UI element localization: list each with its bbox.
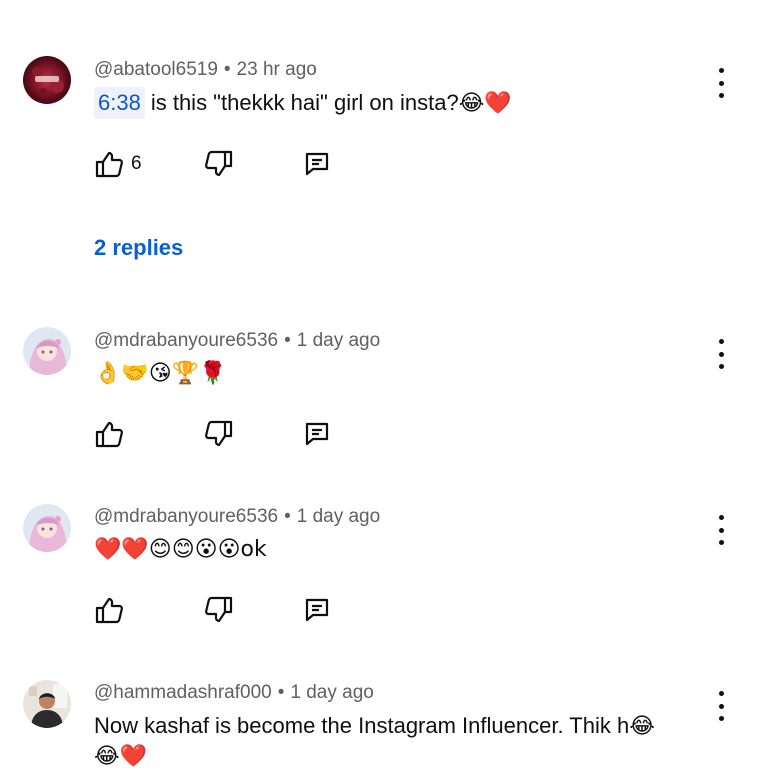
- more-vert-icon[interactable]: [712, 691, 730, 721]
- avatar[interactable]: [23, 504, 71, 552]
- reply-button[interactable]: [304, 595, 330, 625]
- avatar[interactable]: [23, 680, 71, 728]
- comment-body: Now kashaf is become the Instagram Influ…: [94, 713, 655, 738]
- timestamp-link[interactable]: 6:38: [94, 87, 145, 119]
- comment-meta: @mdrabanyoure6536 • 1 day ago: [94, 506, 381, 527]
- like-button[interactable]: 6: [94, 149, 142, 179]
- author-name[interactable]: @mdrabanyoure6536: [94, 506, 278, 527]
- comment-body-line2: 😂❤️: [94, 744, 148, 769]
- like-count: 6: [131, 153, 142, 174]
- dislike-icon: [205, 420, 233, 447]
- comment-text: 6:38 is this "thekkk hai" girl on insta?😂…: [94, 87, 512, 119]
- comment-time: 1 day ago: [290, 682, 374, 703]
- reply-icon: [305, 598, 329, 622]
- comment-time: 1 day ago: [296, 506, 381, 527]
- author-name[interactable]: @hammadashraf000: [94, 682, 272, 703]
- comment-time: 23 hr ago: [236, 59, 317, 80]
- avatar[interactable]: [23, 56, 71, 104]
- reply-icon: [305, 152, 329, 176]
- comment-body: 👌🤝😘🏆🌹: [94, 361, 227, 386]
- comment-meta: @abatool6519 • 23 hr ago: [94, 59, 317, 80]
- like-icon: [95, 421, 123, 448]
- comment-meta: @mdrabanyoure6536 • 1 day ago: [94, 330, 381, 351]
- like-button[interactable]: [94, 419, 124, 449]
- replies-link[interactable]: 2 replies: [94, 235, 183, 261]
- avatar[interactable]: [23, 327, 71, 375]
- comment-body: is this "thekkk hai" girl on insta?😂❤️: [150, 90, 512, 115]
- dislike-button[interactable]: [204, 419, 234, 449]
- dislike-button[interactable]: [204, 149, 234, 179]
- like-icon: [95, 151, 123, 178]
- like-button[interactable]: [94, 595, 124, 625]
- more-vert-icon[interactable]: [712, 515, 730, 545]
- dislike-icon: [205, 596, 233, 623]
- comment-meta: @hammadashraf000 • 1 day ago: [94, 682, 374, 703]
- like-icon: [95, 597, 123, 624]
- dislike-button[interactable]: [204, 595, 234, 625]
- reply-button[interactable]: [304, 419, 330, 449]
- more-vert-icon[interactable]: [712, 68, 730, 98]
- comment-time: 1 day ago: [296, 330, 381, 351]
- dislike-icon: [205, 150, 233, 177]
- reply-icon: [305, 422, 329, 446]
- comment-body: ❤️❤️😊😊😮😮ok: [94, 537, 267, 562]
- reply-button[interactable]: [304, 149, 330, 179]
- author-name[interactable]: @abatool6519: [94, 59, 218, 80]
- author-name[interactable]: @mdrabanyoure6536: [94, 330, 278, 351]
- more-vert-icon[interactable]: [712, 339, 730, 369]
